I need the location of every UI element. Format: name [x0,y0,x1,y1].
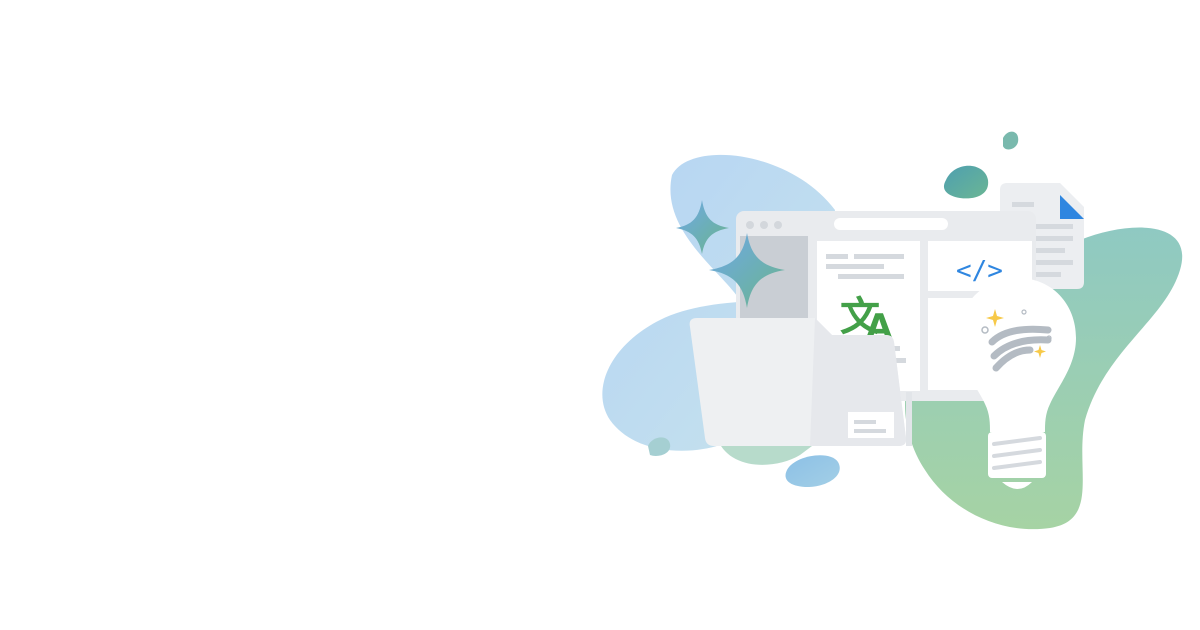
small-blue-blob [785,455,840,488]
small-teal-blob [1003,131,1019,150]
address-bar [834,218,948,230]
hero-illustration: 文 A </> [602,131,1183,530]
teal-blob [943,165,989,199]
code-icon: </> [956,256,1003,286]
folder-icon [689,318,912,446]
